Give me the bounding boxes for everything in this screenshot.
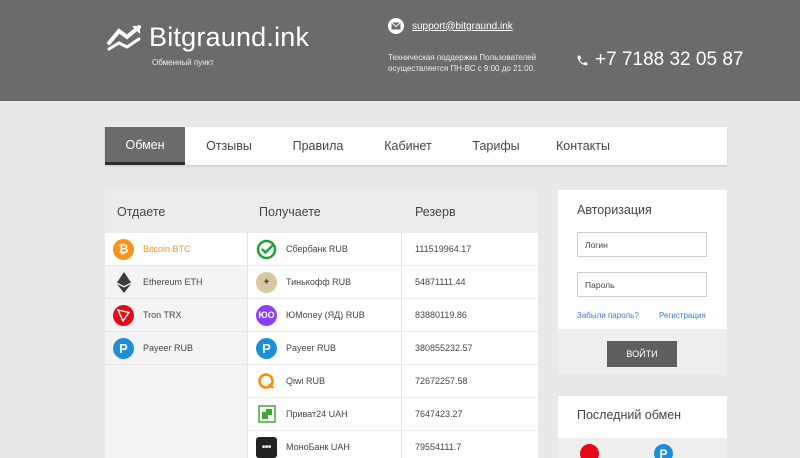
last-exchange-panel: Последний обмен P: [558, 396, 727, 458]
reserve-value: 54871111.44: [415, 277, 466, 287]
tron-icon: [113, 304, 134, 326]
reserve-value: 380855232.57: [415, 343, 473, 353]
tron-icon: [580, 444, 599, 458]
col-give-title: Отдаете: [117, 205, 166, 219]
auth-footer: ВОЙТИ: [558, 329, 727, 375]
table-header: Отдаете Получаете Резерв: [105, 190, 538, 233]
auth-panel: Авторизация Забыли пароль? Регистрация В…: [558, 190, 727, 375]
payeer-icon: P: [113, 337, 134, 359]
last-exchange-icons: P: [558, 438, 727, 458]
last-exchange-title: Последний обмен: [577, 408, 682, 422]
logo-icon: [107, 24, 141, 50]
col-get-title: Получаете: [259, 205, 321, 219]
give-item-payeer[interactable]: P Payeer RUB: [105, 332, 247, 365]
get-item-yoomoney[interactable]: ЮО ЮMoney (ЯД) RUB 83880119.86: [247, 299, 538, 332]
forgot-password-link[interactable]: Забыли пароль?: [577, 311, 639, 320]
site-header: Bitgraund.ink Обменный пункт support@bit…: [0, 0, 800, 101]
give-item-bitcoin[interactable]: ₿ Bitcoin BTC: [105, 233, 247, 266]
nav-contacts[interactable]: Контакты: [539, 127, 627, 165]
reserve-value: 79554111.7: [415, 442, 462, 452]
phone-contact[interactable]: +7 7188 32 05 87: [576, 49, 743, 71]
email-contact: support@bitgraund.ink: [388, 18, 513, 34]
ethereum-icon: [113, 271, 134, 293]
payeer-icon: P: [654, 444, 673, 458]
login-button[interactable]: ВОЙТИ: [607, 341, 677, 367]
support-hours: Техническая поддержка Пользователей осущ…: [388, 53, 537, 73]
get-item-sberbank[interactable]: Сбербанк RUB 111519964.17: [247, 233, 538, 266]
logo[interactable]: Bitgraund.ink: [105, 22, 309, 53]
nav-rules[interactable]: Правила: [273, 127, 363, 165]
get-item-qiwi[interactable]: Qiwi RUB 72672257.58: [247, 365, 538, 398]
reserve-value: 111519964.17: [415, 244, 472, 254]
qiwi-icon: [256, 371, 277, 392]
sberbank-icon: [256, 239, 277, 260]
get-item-privat24[interactable]: Приват24 UAH 7647423.27: [247, 398, 538, 431]
login-input[interactable]: [577, 232, 707, 257]
give-item-tron[interactable]: Tron TRX: [105, 299, 247, 332]
main-nav: Обмен Отзывы Правила Кабинет Тарифы Конт…: [105, 127, 727, 165]
tinkoff-icon: ✦: [256, 271, 277, 293]
monobank-icon: ■■■: [256, 436, 277, 458]
nav-reviews[interactable]: Отзывы: [185, 127, 273, 165]
payeer-icon: P: [256, 337, 277, 359]
yoomoney-icon: ЮО: [256, 304, 277, 326]
get-item-payeer[interactable]: P Payeer RUB 380855232.57: [247, 332, 538, 365]
password-input[interactable]: [577, 272, 707, 297]
reserve-value: 72672257.58: [415, 376, 468, 386]
reserve-value: 83880119.86: [415, 310, 467, 320]
get-item-tinkoff[interactable]: ✦ Тинькофф RUB 54871111.44: [247, 266, 538, 299]
privat24-icon: [256, 404, 277, 425]
phone-number: +7 7188 32 05 87: [595, 49, 744, 70]
bitcoin-icon: ₿: [113, 238, 134, 260]
col-reserve-title: Резерв: [415, 205, 456, 219]
mail-icon: [388, 18, 404, 34]
email-link[interactable]: support@bitgraund.ink: [412, 21, 513, 32]
nav-cabinet[interactable]: Кабинет: [363, 127, 453, 165]
nav-tariffs[interactable]: Тарифы: [453, 127, 539, 165]
give-item-ethereum[interactable]: Ethereum ETH: [105, 266, 247, 299]
auth-title: Авторизация: [577, 203, 652, 217]
exchange-table: Отдаете Получаете Резерв ₿ Bitcoin BTC E…: [105, 190, 538, 458]
reserve-value: 7647423.27: [415, 409, 463, 419]
nav-exchange[interactable]: Обмен: [105, 127, 185, 165]
register-link[interactable]: Регистрация: [659, 311, 706, 320]
get-item-monobank[interactable]: ■■■ МоноБанк UAH 79554111.7: [247, 431, 538, 458]
brand-tagline: Обменный пункт: [152, 58, 214, 67]
brand-name: Bitgraund.ink: [149, 22, 310, 52]
phone-icon: [577, 55, 588, 65]
